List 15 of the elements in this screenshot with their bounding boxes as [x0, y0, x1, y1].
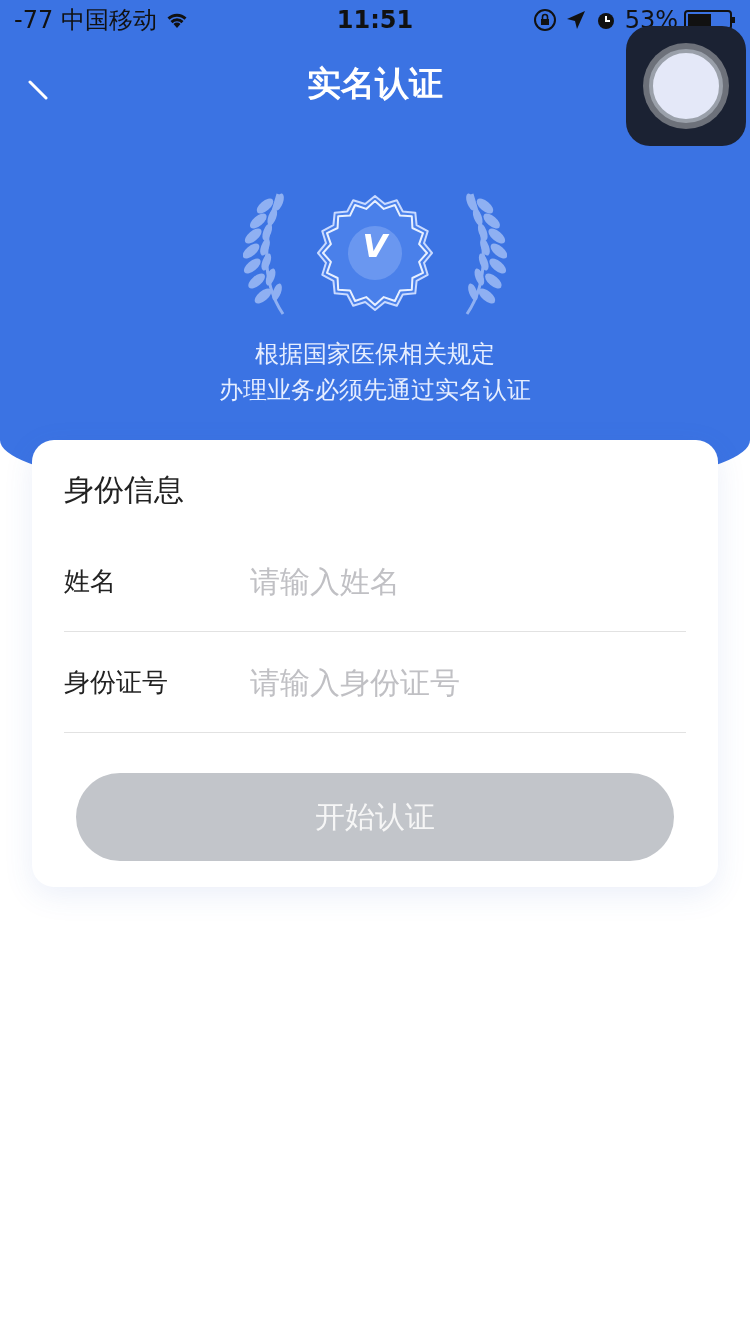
page-title: 实名认证	[307, 62, 443, 105]
back-icon[interactable]	[28, 80, 48, 100]
field-label: 身份证号	[64, 665, 169, 699]
clock-time: 11:51	[336, 6, 414, 34]
carrier-name: 中国移动	[61, 5, 158, 36]
assistive-touch-button[interactable]	[626, 26, 746, 146]
notice-text: 根据国家医保相关规定	[255, 339, 495, 370]
notice-text: 办理业务必须先通过实名认证	[219, 375, 531, 406]
input-field[interactable]: 请输入姓名	[248, 562, 686, 600]
verified-badge: V	[315, 193, 435, 313]
rotation-lock-icon	[532, 8, 557, 32]
input-field[interactable]: 请输入身份证号	[248, 663, 686, 701]
section-title: 身份信息	[64, 471, 185, 509]
field-label: 姓名	[64, 564, 117, 598]
signal-strength: -77	[14, 6, 54, 34]
